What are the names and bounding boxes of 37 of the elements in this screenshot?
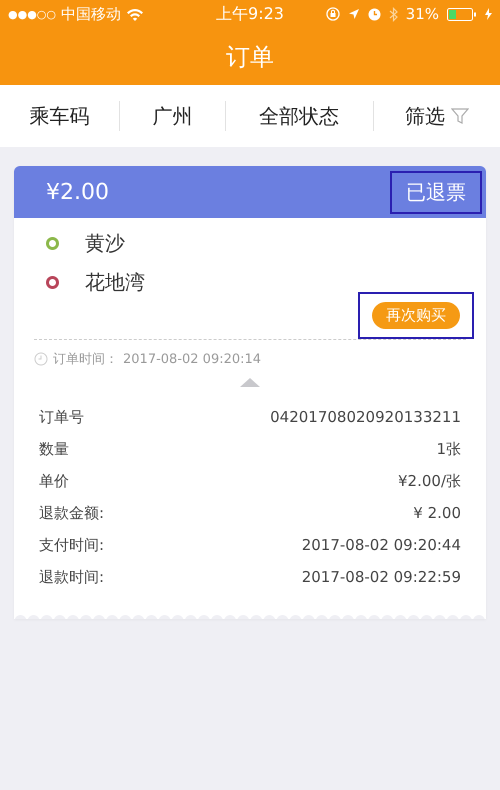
location-arrow-icon (348, 8, 360, 20)
detail-value: 2017-08-02 09:22:59 (302, 568, 461, 586)
detail-label: 退款金额: (39, 504, 104, 522)
page-title: 订单 (225, 42, 275, 72)
clock-icon (34, 352, 48, 366)
detail-label: 订单号 (39, 408, 84, 426)
detail-value: 2017-08-02 09:20:44 (302, 536, 461, 554)
detail-label: 单价 (39, 472, 69, 490)
order-time-label: 订单时间： (53, 351, 118, 368)
battery-icon (447, 8, 477, 20)
detail-value: 04201708020920133211 (270, 408, 461, 426)
detail-value: ¥2.00/张 (398, 472, 461, 490)
carrier-name: 中国移动 (61, 4, 121, 24)
bluetooth-icon (388, 6, 398, 22)
filter-tab[interactable]: 乘车码 (0, 98, 120, 134)
order-status: 已退票 (390, 170, 482, 214)
station-name: 花地湾 (85, 269, 145, 296)
order-time-value: 2017-08-02 09:20:14 (123, 352, 262, 366)
filter-tab[interactable]: 广州 (120, 98, 225, 134)
alarm-icon (368, 8, 381, 20)
detail-label: 退款时间: (39, 568, 104, 586)
detail-label: 支付时间: (39, 536, 104, 554)
rotation-lock-icon (326, 7, 340, 21)
wifi-icon (126, 8, 144, 20)
filter-tab[interactable]: 筛选 (374, 98, 500, 134)
collapse-arrow-icon[interactable] (240, 378, 260, 387)
signal-strength: ●●●○○ (8, 8, 56, 20)
battery-percentage: 31% (406, 5, 439, 23)
filter-tab[interactable]: 全部状态 (226, 98, 373, 134)
charging-icon (485, 8, 492, 20)
clock-time: 上午9:23 (216, 4, 284, 24)
station-name: 黄沙 (85, 230, 125, 257)
detail-value: 1张 (436, 440, 461, 458)
detail-value: ¥ 2.00 (413, 504, 461, 522)
detail-label: 数量 (39, 440, 69, 458)
filter-icon (450, 107, 469, 125)
order-amount: ¥2.00 (46, 180, 109, 204)
